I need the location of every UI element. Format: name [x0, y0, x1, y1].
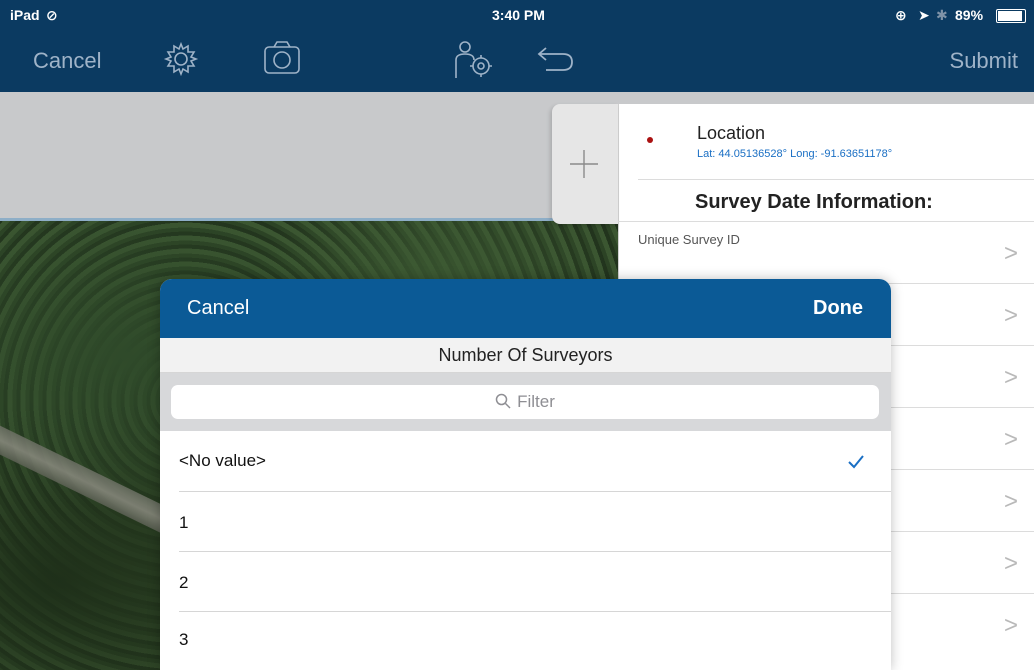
- list-item[interactable]: 2: [160, 552, 891, 611]
- link-icon: ⊘: [46, 7, 58, 23]
- undo-icon[interactable]: [536, 40, 576, 76]
- filter-input[interactable]: Filter: [171, 385, 879, 419]
- option-label: <No value>: [179, 451, 266, 470]
- checkmark-icon: [848, 455, 864, 469]
- list-item[interactable]: 3: [160, 612, 891, 670]
- chevron-right-icon: >: [1003, 612, 1018, 639]
- modal-header: Cancel Done: [160, 279, 891, 338]
- option-label: 1: [179, 513, 189, 532]
- cancel-button[interactable]: Cancel: [33, 48, 101, 74]
- filter-bar: Filter: [160, 373, 891, 431]
- submit-button[interactable]: Submit: [950, 48, 1018, 74]
- gear-icon[interactable]: [162, 40, 200, 78]
- chevron-right-icon: >: [1003, 426, 1018, 453]
- list-item[interactable]: <No value>: [160, 431, 891, 491]
- modal-done-button[interactable]: Done: [813, 297, 863, 320]
- battery-icon: [996, 9, 1026, 23]
- search-icon: [495, 393, 511, 409]
- divider: [638, 179, 1034, 180]
- collect-feature-icon[interactable]: [451, 40, 495, 80]
- bluetooth-icon: ✱: [936, 7, 948, 23]
- location-title: Location: [697, 123, 766, 143]
- chevron-right-icon: >: [1003, 302, 1018, 329]
- option-label: 2: [179, 573, 189, 592]
- location-arrow-icon: ➤: [918, 7, 930, 23]
- modal-cancel-button[interactable]: Cancel: [187, 297, 249, 320]
- battery-percent: 89%: [955, 7, 984, 23]
- modal-title: Number Of Surveyors: [160, 338, 891, 373]
- location-marker-icon: [647, 137, 653, 143]
- orientation-lock-icon: ⊕: [895, 7, 907, 23]
- clock: 3:40 PM: [492, 7, 545, 23]
- chevron-right-icon: >: [1003, 550, 1018, 577]
- list-item[interactable]: 1: [160, 492, 891, 551]
- add-button[interactable]: [552, 104, 618, 224]
- picker-modal: Cancel Done Number Of Surveyors Filter <…: [160, 279, 891, 670]
- chevron-right-icon: >: [1003, 240, 1018, 267]
- device-name: iPad: [10, 7, 40, 23]
- chevron-right-icon: >: [1003, 364, 1018, 391]
- filter-placeholder: Filter: [517, 392, 555, 411]
- form-field-unique-survey-id[interactable]: Unique Survey ID >: [618, 221, 1034, 284]
- option-label: 3: [179, 630, 189, 649]
- chevron-right-icon: >: [1003, 488, 1018, 515]
- field-label: Unique Survey ID: [638, 232, 740, 247]
- section-heading: Survey Date Information:: [695, 191, 933, 213]
- location-coordinates: Lat: 44.05136528° Long: -91.63651178°: [697, 148, 893, 160]
- camera-icon[interactable]: [262, 40, 302, 76]
- plus-icon: [570, 150, 598, 178]
